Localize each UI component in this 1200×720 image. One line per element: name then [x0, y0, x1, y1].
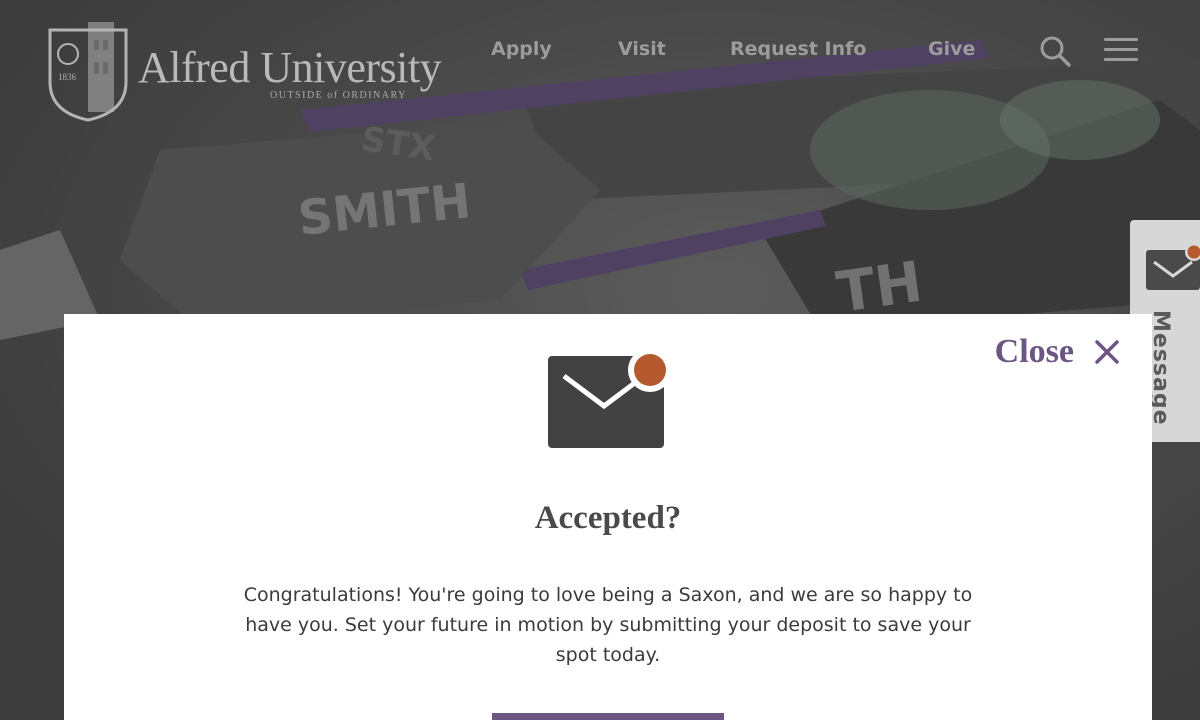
accepted-modal: Close Accepted? Congratulations! You're … [64, 314, 1152, 720]
seal-year: 1836 [58, 72, 77, 82]
modal-title: Accepted? [534, 500, 682, 536]
university-name: Alfred University [138, 43, 442, 92]
hamburger-menu-button[interactable] [1104, 38, 1138, 64]
search-button[interactable] [1038, 34, 1072, 68]
menu-icon-bar [1104, 58, 1138, 61]
envelope-notification-icon [548, 350, 670, 448]
close-button[interactable]: Close [995, 332, 1120, 372]
close-icon [1095, 340, 1119, 364]
university-tagline: OUTSIDE of ORDINARY [270, 90, 407, 101]
nav-give-link[interactable]: Give [928, 38, 975, 60]
modal-body-text: Congratulations! You're going to love be… [243, 584, 973, 666]
nav-visit-link[interactable]: Visit [618, 38, 666, 60]
nav-apply-link[interactable]: Apply [491, 38, 552, 60]
site-header: 1836 Alfred University OUTSIDE of ORDINA… [0, 0, 1200, 130]
deposit-cta-button[interactable] [492, 713, 724, 720]
search-icon [1040, 36, 1071, 67]
close-label: Close [994, 333, 1074, 370]
menu-icon-bar [1104, 48, 1138, 51]
envelope-notification-icon [1146, 243, 1200, 290]
university-seal-icon: 1836 [48, 22, 128, 122]
university-logo[interactable]: 1836 Alfred University OUTSIDE of ORDINA… [48, 20, 448, 122]
nav-request-info-link[interactable]: Request Info [730, 38, 866, 60]
menu-icon-bar [1104, 38, 1138, 41]
